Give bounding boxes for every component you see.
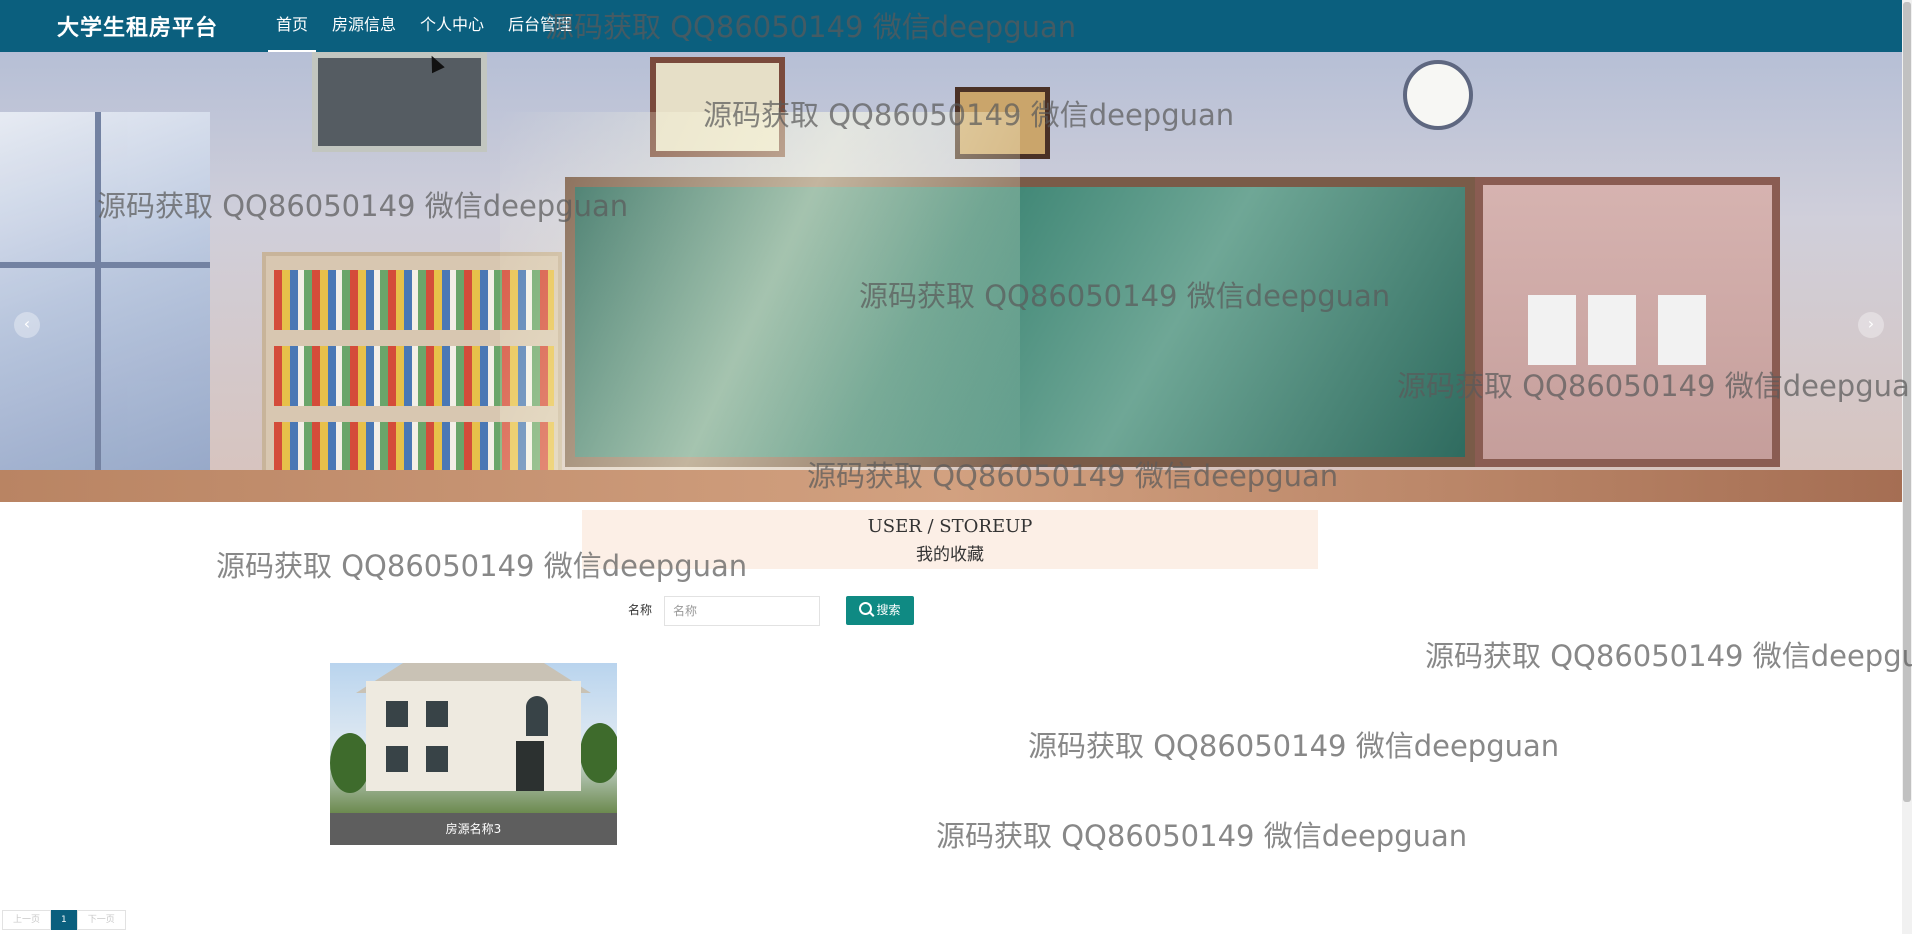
watermark-text: 源码获取 QQ86050149 微信deepguan <box>1425 639 1912 673</box>
pagination-next[interactable]: 下一页 <box>76 910 126 930</box>
carousel-prev-icon[interactable]: ‹ <box>14 312 40 338</box>
search-input[interactable] <box>664 596 820 626</box>
search-button[interactable]: 搜索 <box>846 596 914 625</box>
main-nav: 首页 房源信息 个人中心 后台管理 <box>268 0 588 52</box>
pagination: 上一页 1 下一页 <box>2 910 126 930</box>
house-image <box>330 663 617 813</box>
search-button-label: 搜索 <box>876 603 901 617</box>
scrollbar-thumb[interactable] <box>1903 2 1911 802</box>
search-icon <box>859 602 873 615</box>
banner-carousel[interactable]: ‹ › <box>0 52 1902 502</box>
top-navbar: 大学生租房平台 首页 房源信息 个人中心 后台管理 <box>0 0 1902 52</box>
nav-listings[interactable]: 房源信息 <box>324 0 404 52</box>
section-title-cn: 我的收藏 <box>916 545 984 565</box>
banner-window-decoration <box>0 112 210 502</box>
nav-home[interactable]: 首页 <box>268 0 317 52</box>
nav-profile[interactable]: 个人中心 <box>412 0 492 52</box>
carousel-next-icon[interactable]: › <box>1858 312 1884 338</box>
page-scrollbar[interactable] <box>1902 0 1912 934</box>
banner-floor-decoration <box>0 470 1902 502</box>
clock-icon <box>1403 60 1473 130</box>
banner-tv-decoration <box>312 52 487 152</box>
favorite-card-title: 房源名称3 <box>330 813 617 845</box>
pagination-prev[interactable]: 上一页 <box>2 910 52 930</box>
search-label: 名称 <box>628 603 653 617</box>
nav-admin[interactable]: 后台管理 <box>500 0 580 52</box>
section-title: USER / STOREUP 我的收藏 <box>582 510 1318 569</box>
section-title-en: USER / STOREUP <box>867 516 1033 537</box>
banner-noticeboard-decoration <box>1475 177 1780 467</box>
favorite-card[interactable]: 房源名称3 <box>330 663 617 845</box>
watermark-text: 源码获取 QQ86050149 微信deepguan <box>936 819 1468 853</box>
banner-light-decoration <box>500 112 1020 502</box>
pagination-current[interactable]: 1 <box>51 910 77 930</box>
site-brand[interactable]: 大学生租房平台 <box>57 10 218 42</box>
watermark-text: 源码获取 QQ86050149 微信deepguan <box>1028 729 1560 763</box>
